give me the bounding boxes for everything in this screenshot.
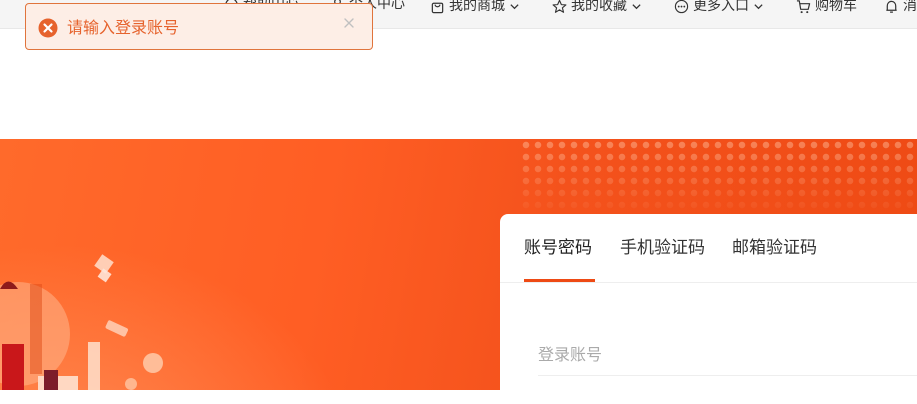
shopping-bag-icon	[431, 2, 444, 13]
star-icon	[552, 0, 567, 13]
login-card: 账号密码 手机验证码 邮箱验证码	[500, 214, 917, 404]
bell-icon	[886, 0, 897, 13]
nav-item-favorites[interactable]: 我的收藏	[552, 0, 642, 13]
nav-item-messages-label: 消息	[903, 0, 917, 14]
more-dots-icon	[674, 0, 689, 13]
nav-item-more-entries[interactable]: 更多入口	[674, 0, 764, 13]
error-circle-icon	[38, 18, 58, 38]
active-tab-indicator	[524, 279, 595, 282]
nav-item-more-entries-label: 更多入口	[693, 0, 749, 14]
nav-item-favorites-label: 我的收藏	[571, 0, 627, 14]
chevron-down-icon	[632, 3, 641, 9]
chevron-down-icon	[754, 3, 763, 9]
tab-phone-code[interactable]: 手机验证码	[620, 236, 705, 260]
close-icon[interactable]	[342, 16, 356, 30]
login-tabs: 账号密码 手机验证码 邮箱验证码	[500, 214, 917, 283]
nav-item-cart[interactable]: 购物车	[796, 0, 857, 13]
chevron-down-icon	[510, 3, 519, 9]
nav-item-cart-label: 购物车	[815, 0, 857, 14]
nav-item-messages[interactable]: 消息	[884, 0, 917, 13]
account-input[interactable]	[538, 334, 917, 376]
toast-message: 请输入登录账号	[67, 18, 180, 37]
nav-item-my-mall-label: 我的商城	[449, 0, 505, 14]
tab-email-code[interactable]: 邮箱验证码	[732, 236, 817, 260]
shopping-cart-icon	[796, 0, 811, 13]
dot-pattern-decoration	[520, 139, 917, 219]
promo-illustration	[0, 254, 163, 390]
nav-item-my-mall[interactable]: 我的商城	[430, 0, 520, 13]
error-toast: 请输入登录账号	[25, 3, 373, 50]
tab-account-password[interactable]: 账号密码	[524, 236, 592, 260]
